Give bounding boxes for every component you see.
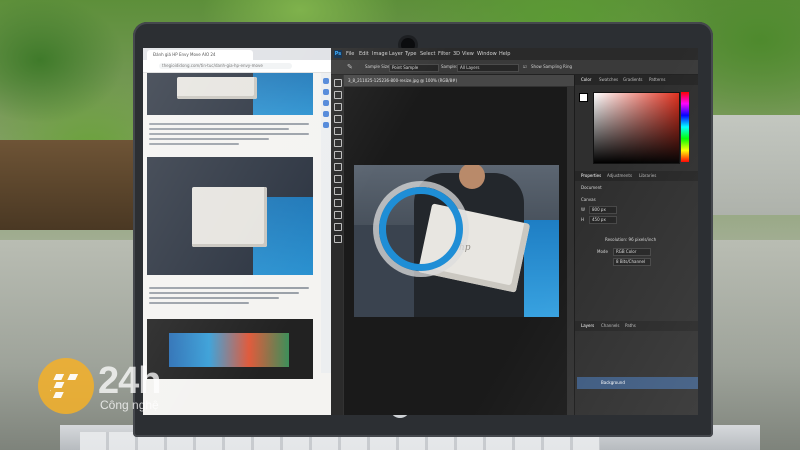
tab-libraries[interactable]: Libraries <box>639 171 656 181</box>
eyedropper-icon[interactable]: ✎ <box>347 60 353 74</box>
article-text <box>149 123 309 148</box>
watermark: 24h Công nghệ <box>38 356 218 416</box>
move-tool-icon[interactable] <box>334 79 342 87</box>
eraser-tool-icon[interactable] <box>334 163 342 171</box>
layer-row-background[interactable]: Background <box>577 377 698 389</box>
browser-tabbar: Đánh giá HP Envy Move AIO 24 <box>143 48 331 60</box>
menu-item[interactable]: Filter <box>438 48 450 60</box>
sidebar-icon[interactable] <box>323 111 329 117</box>
color-picker-field[interactable] <box>593 92 680 164</box>
url-input[interactable]: thegioididong.com/tin-tuc/danh-gia-hp-en… <box>159 63 292 69</box>
menu-item[interactable]: Edit <box>359 48 369 60</box>
pen-tool-icon[interactable] <box>334 187 342 195</box>
hand-tool-icon[interactable] <box>334 223 342 231</box>
height-label: H <box>581 217 585 222</box>
ps-options-bar: ✎ Sample Size: Point Sample Sample: All … <box>331 60 698 75</box>
tab-swatches[interactable]: Swatches <box>599 75 618 85</box>
sample-size-label: Sample Size: <box>365 64 391 69</box>
resolution-text: Resolution: 96 pixels/inch <box>605 237 657 242</box>
layers-panel-tabs: Layers Channels Paths <box>575 321 698 331</box>
ps-right-panels: Color Swatches Gradients Patterns Proper… <box>574 75 698 415</box>
laptop-screen: Đánh giá HP Envy Move AIO 24 thegioidido… <box>143 48 698 415</box>
height-field[interactable]: 450 px <box>589 216 617 224</box>
hue-slider[interactable] <box>681 92 689 162</box>
menu-item[interactable]: Select <box>420 48 435 60</box>
ps-menubar: Ps File Edit Image Layer Type Select Fil… <box>331 48 698 60</box>
ps-toolbar <box>331 75 343 415</box>
watermark-brand: 24h <box>98 360 161 402</box>
sidebar-icon[interactable] <box>323 122 329 128</box>
canvas-photo: hp <box>354 165 559 317</box>
tab-color[interactable]: Color <box>581 75 591 85</box>
sampling-ring-label: Show Sampling Ring <box>531 64 573 69</box>
mode-select[interactable]: RGB Color <box>613 248 651 256</box>
marquee-tool-icon[interactable] <box>334 91 342 99</box>
browser-address-bar: thegioididong.com/tin-tuc/danh-gia-hp-en… <box>143 60 331 73</box>
photoshop-logo-icon: Ps <box>334 50 342 58</box>
tab-properties[interactable]: Properties <box>581 171 601 181</box>
sample-select[interactable]: All Layers <box>457 64 519 72</box>
menu-item[interactable]: Image <box>372 48 388 60</box>
eyedropper-tool-icon[interactable] <box>334 127 342 135</box>
bag-hp-logo: hp <box>459 243 471 253</box>
gradient-tool-icon[interactable] <box>334 175 342 183</box>
sample-label: Sample: <box>441 64 458 69</box>
menu-item[interactable]: Type <box>405 48 416 60</box>
width-label: W <box>581 207 585 212</box>
menu-item[interactable]: Help <box>499 48 510 60</box>
sidebar-icon[interactable] <box>323 89 329 95</box>
canvas-label: Canvas <box>581 197 596 202</box>
crop-tool-icon[interactable] <box>334 115 342 123</box>
menu-item[interactable]: Layer <box>389 48 403 60</box>
article-image <box>147 73 313 115</box>
stamp-tool-icon[interactable] <box>334 151 342 159</box>
menu-item[interactable]: File <box>346 48 354 60</box>
tab-layers[interactable]: Layers <box>581 321 594 331</box>
properties-panel-tabs: Properties Adjustments Libraries <box>575 171 698 181</box>
color-panel-tabs: Color Swatches Gradients Patterns <box>575 75 698 85</box>
photo-scene: hp Đánh giá HP Envy Move AIO 24 thegioid… <box>0 0 800 450</box>
foreground-color-swatch[interactable] <box>579 93 588 102</box>
sampling-ring-checkbox[interactable]: ☑ <box>523 60 527 74</box>
document-tab[interactable]: 3_8_211025-125236-800-resize.jpg @ 100% … <box>344 75 578 86</box>
width-field[interactable]: 800 px <box>589 206 617 214</box>
sampling-ring <box>379 187 463 271</box>
tab-channels[interactable]: Channels <box>601 321 620 331</box>
type-tool-icon[interactable] <box>334 199 342 207</box>
menu-item[interactable]: 3D <box>453 48 460 60</box>
background-planter <box>0 140 150 230</box>
tab-adjustments[interactable]: Adjustments <box>607 171 632 181</box>
sidebar-icon[interactable] <box>323 100 329 106</box>
zoom-tool-icon[interactable] <box>334 235 342 243</box>
menu-item[interactable]: Window <box>477 48 497 60</box>
lasso-tool-icon[interactable] <box>334 103 342 111</box>
sidebar-icon[interactable] <box>323 78 329 84</box>
tab-paths[interactable]: Paths <box>625 321 636 331</box>
sample-size-select[interactable]: Point Sample <box>389 64 439 72</box>
ps-canvas-area[interactable]: hp <box>344 87 567 415</box>
menu-item[interactable]: View <box>462 48 474 60</box>
tab-gradients[interactable]: Gradients <box>623 75 643 85</box>
photoshop-window: Ps File Edit Image Layer Type Select Fil… <box>331 48 698 415</box>
article-image <box>147 157 313 275</box>
depth-select[interactable]: 8 Bits/Channel <box>613 258 651 266</box>
browser-tab[interactable]: Đánh giá HP Envy Move AIO 24 <box>147 50 253 60</box>
article-text <box>149 287 309 307</box>
browser-sidebar <box>321 73 331 373</box>
watermark-tagline: Công nghệ <box>100 398 159 412</box>
properties-section: Document <box>581 185 602 190</box>
tab-patterns[interactable]: Patterns <box>649 75 665 85</box>
watermark-mark-icon <box>50 374 79 398</box>
shape-tool-icon[interactable] <box>334 211 342 219</box>
brush-tool-icon[interactable] <box>334 139 342 147</box>
mode-label: Mode <box>597 249 608 254</box>
